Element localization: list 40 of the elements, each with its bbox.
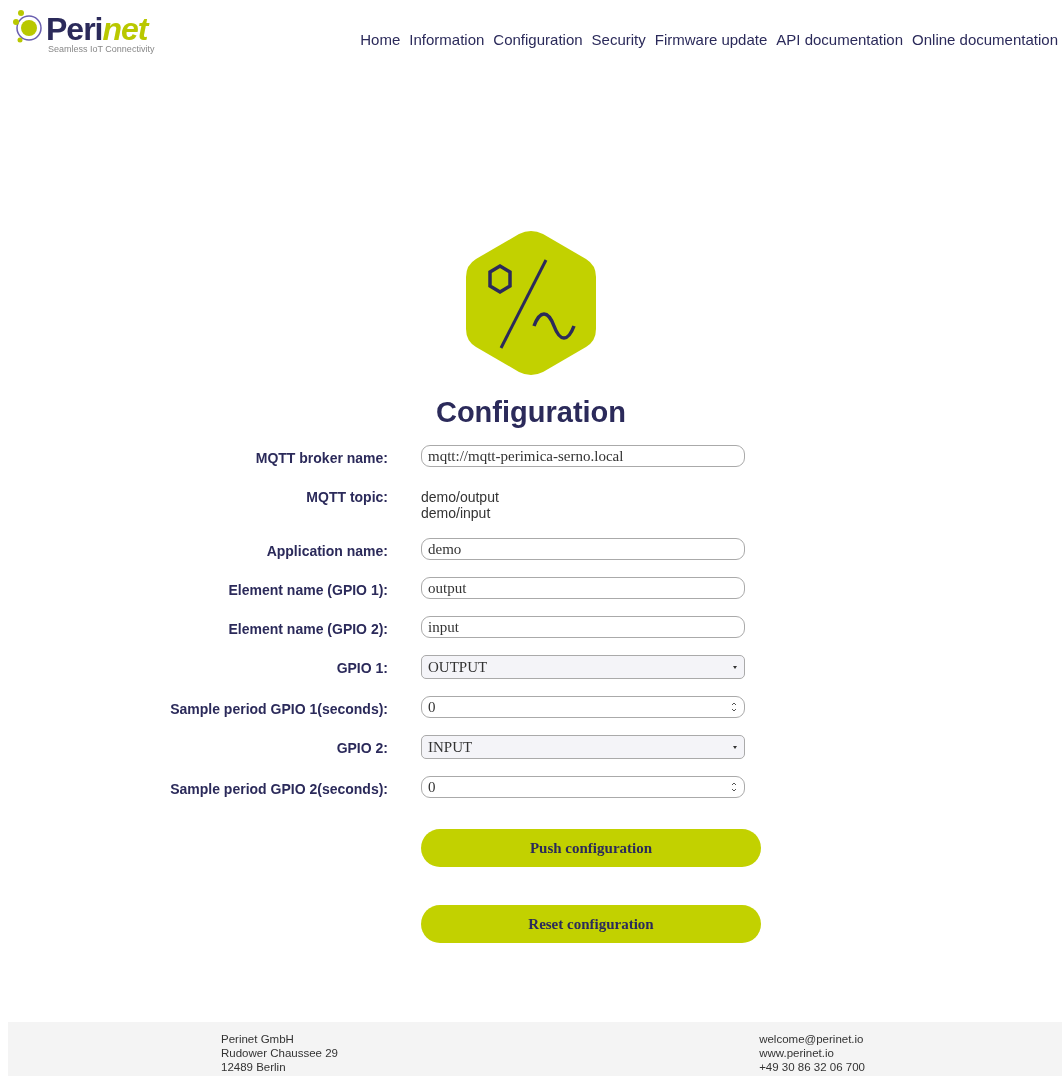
- text-field[interactable]: mqtt://mqtt-perimica-serno.local: [421, 445, 745, 467]
- text-field[interactable]: demo: [421, 538, 745, 560]
- footer-text: 12489 Berlin: [221, 1060, 287, 1074]
- field-label: Sample period GPIO 1(seconds):: [169, 700, 388, 718]
- topic-text: demo/output: [421, 489, 500, 505]
- footer-text: +49 30 86 32 06 700: [759, 1060, 865, 1074]
- spinner-icon: [730, 780, 738, 794]
- nav-link[interactable]: Configuration: [493, 31, 583, 48]
- nav-link[interactable]: Security: [591, 31, 646, 48]
- configuration-hexagon-icon: [464, 230, 598, 376]
- number-field[interactable]: 0: [421, 776, 745, 798]
- field-label: GPIO 2:: [335, 739, 388, 758]
- action-button[interactable]: Reset configuration: [421, 905, 761, 943]
- field-label: MQTT broker name:: [254, 449, 388, 467]
- topic-text: demo/input: [421, 505, 492, 521]
- field-label: Element name (GPIO 2):: [227, 620, 388, 638]
- dropdown[interactable]: OUTPUT: [421, 655, 745, 679]
- spinner-icon: [730, 700, 738, 714]
- footer-text: Rudower Chaussee 29: [221, 1046, 338, 1060]
- field-label: Sample period GPIO 2(seconds):: [169, 780, 388, 798]
- field-label: MQTT topic:: [305, 488, 388, 507]
- field-label: Application name:: [265, 542, 388, 560]
- footer-text: www.perinet.io: [759, 1046, 835, 1060]
- field-label: Element name (GPIO 1):: [227, 581, 388, 599]
- nav-link[interactable]: Firmware update: [654, 31, 768, 48]
- nav-link[interactable]: Information: [409, 31, 485, 48]
- text-field[interactable]: output: [421, 577, 745, 599]
- nav-link[interactable]: Online documentation: [912, 31, 1058, 48]
- text-field[interactable]: input: [421, 616, 745, 638]
- page-title: Configuration: [435, 396, 627, 429]
- action-button[interactable]: Push configuration: [421, 829, 761, 867]
- footer-text: welcome@perinet.io: [759, 1032, 865, 1046]
- field-label: GPIO 1:: [335, 659, 388, 678]
- logo-wordmark: Perinet: [46, 14, 150, 44]
- number-field[interactable]: 0: [421, 696, 745, 718]
- nav-link[interactable]: API documentation: [776, 31, 904, 48]
- dropdown[interactable]: INPUT: [421, 735, 745, 759]
- logo-tagline: Seamless IoT Connectivity: [48, 44, 155, 54]
- footer-text: Perinet GmbH: [221, 1032, 295, 1046]
- nav-link[interactable]: Home: [360, 31, 401, 48]
